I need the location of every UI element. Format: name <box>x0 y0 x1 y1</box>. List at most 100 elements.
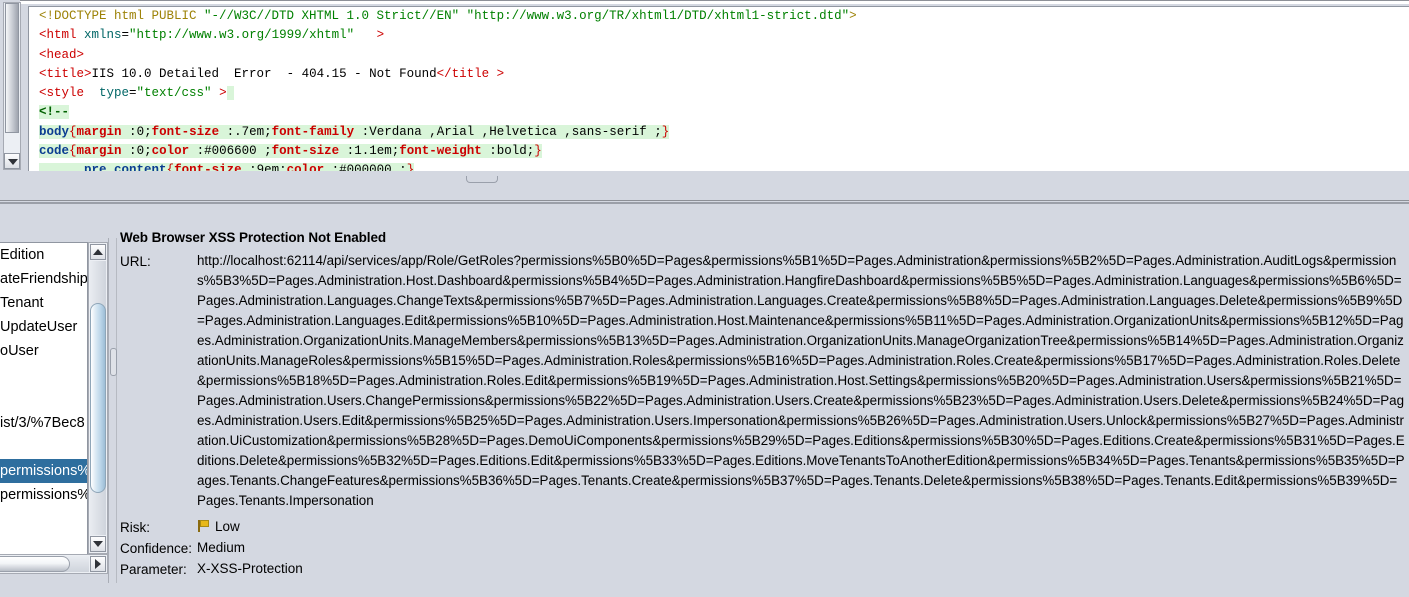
code-token: margin <box>76 124 122 139</box>
code-line: <style type="text/css" > <box>29 84 1409 103</box>
alert-risk-row: Risk: Low <box>120 517 1409 538</box>
tree-item[interactable] <box>0 363 87 387</box>
code-token: "text/css" <box>136 86 212 101</box>
scroll-down-arrow-icon[interactable] <box>90 536 106 552</box>
code-token: margin <box>76 144 122 159</box>
code-token: body <box>39 124 70 139</box>
confidence-label: Confidence: <box>120 541 193 556</box>
code-token: "-//W3C//DTD XHTML 1.0 Strict//EN" "http… <box>204 9 850 23</box>
splitter-rule-top <box>0 200 1409 201</box>
scroll-down-arrow-icon[interactable] <box>4 153 20 169</box>
sites-tree-list[interactable]: Edition ateFriendship Tenant UpdateUser oUse… <box>0 242 88 554</box>
alert-parameter-row: Parameter: X-XSS-Protection <box>120 559 1409 580</box>
code-token: color <box>151 144 190 159</box>
scroll-up-arrow-icon[interactable] <box>90 244 106 260</box>
tree-item[interactable]: ateFriendship <box>0 267 87 291</box>
code-token: 0 <box>136 124 145 139</box>
source-vertical-scrollbar[interactable] <box>3 2 21 170</box>
tree-item[interactable]: permissions% <box>0 483 87 507</box>
url-value: http://localhost:62114/api/services/app/… <box>197 253 1405 508</box>
splitter-rule-mid <box>0 202 1409 204</box>
alert-detail-panel: Web Browser XSS Protection Not Enabled U… <box>118 222 1409 597</box>
code-token: { <box>166 163 175 171</box>
code-token: font-family <box>271 124 355 139</box>
code-token: "http://www.w3.org/1999/xhtml" <box>129 28 355 43</box>
code-token: code <box>39 144 70 159</box>
splitter-grip[interactable] <box>110 348 117 376</box>
code-token: #000000 <box>339 163 400 171</box>
code-token: 0 <box>136 144 145 159</box>
alert-url-row: URL: http://localhost:62114/api/services… <box>120 251 1409 511</box>
tree-item[interactable]: Edition <box>0 243 87 267</box>
code-token: : <box>324 163 340 171</box>
alerts-bottom-area: Edition ateFriendship Tenant UpdateUser oUse… <box>0 210 1409 597</box>
code-token: { <box>69 144 77 159</box>
code-token: bold <box>496 144 527 159</box>
tree-item[interactable] <box>0 435 87 459</box>
scrollbar-thumb[interactable] <box>90 303 106 493</box>
tree-item[interactable]: Tenant <box>0 291 87 315</box>
flag-cloth <box>200 520 209 527</box>
confidence-value: Medium <box>197 540 246 555</box>
splitter-line-right <box>116 238 117 583</box>
code-token: > <box>84 66 92 81</box>
code-token: color <box>286 163 325 171</box>
alert-title: Web Browser XSS Protection Not Enabled <box>120 230 386 245</box>
code-token: : <box>189 144 205 159</box>
horizontal-splitter[interactable] <box>0 172 1409 210</box>
code-token: { <box>69 124 77 139</box>
source-code-area[interactable]: <!DOCTYPE html PUBLIC "-//W3C//DTD XHTML… <box>28 6 1409 171</box>
code-line: <title>IIS 10.0 Detailed Error - 404.15 … <box>29 65 1409 84</box>
code-token: pre <box>39 163 107 171</box>
code-token: > <box>489 66 505 81</box>
tree-horizontal-scrollbar[interactable] <box>0 554 108 574</box>
code-token: ; <box>399 163 407 171</box>
code-token: type <box>84 86 130 101</box>
code-token: . <box>106 163 115 171</box>
code-token: > <box>376 28 385 43</box>
code-token: .7em <box>234 124 265 139</box>
code-token: : <box>121 144 137 159</box>
code-token: ; <box>279 163 287 171</box>
code-token: <html <box>39 28 77 43</box>
code-token: > <box>76 47 85 62</box>
code-line: body{margin :0;font-size :.7em;font-fami… <box>29 123 1409 142</box>
risk-label: Risk: <box>120 520 150 535</box>
code-line: code{margin :0;color :#006600 ;font-size… <box>29 142 1409 161</box>
tree-vertical-scrollbar[interactable] <box>88 242 108 554</box>
risk-value-wrap: Low <box>197 517 240 537</box>
splitter-collapse-handle[interactable] <box>466 176 498 183</box>
tree-item[interactable]: oUser <box>0 339 87 363</box>
code-token: : <box>481 144 497 159</box>
tree-item-selected[interactable]: permissions% <box>0 459 87 483</box>
http-response-panel: <!DOCTYPE html PUBLIC "-//W3C//DTD XHTML… <box>0 0 1409 182</box>
scroll-right-arrow-icon[interactable] <box>90 556 106 572</box>
sites-tree-panel: Edition ateFriendship Tenant UpdateUser oUse… <box>0 238 110 574</box>
code-token: font-size <box>151 124 220 139</box>
tree-item[interactable]: ist/3/%7Bec8 <box>0 411 87 435</box>
code-token: <!-- <box>39 105 70 120</box>
code-token: } <box>534 144 542 159</box>
parameter-value: X-XSS-Protection <box>197 561 303 576</box>
scrollbar-thumb[interactable] <box>0 556 70 572</box>
code-token: : <box>121 124 137 139</box>
code-token: <style <box>39 86 85 101</box>
code-token: ; <box>264 124 272 139</box>
code-token: ; <box>144 124 152 139</box>
code-token: <!DOCTYPE html PUBLIC <box>39 9 205 23</box>
tree-item[interactable] <box>0 387 87 411</box>
code-token: font-size <box>174 163 242 171</box>
code-line: <!-- <box>29 103 1409 122</box>
code-token: font-size <box>271 144 340 159</box>
splitter-line-left <box>108 238 109 583</box>
code-line: <html xmlns="http://www.w3.org/1999/xhtm… <box>29 26 1409 45</box>
code-token: } <box>661 124 670 139</box>
risk-value: Low <box>215 519 240 534</box>
scrollbar-thumb[interactable] <box>5 3 19 133</box>
code-token: IIS 10.0 Detailed Error - 404.15 - Not F… <box>91 66 437 81</box>
code-token <box>226 86 235 101</box>
tree-item[interactable]: UpdateUser <box>0 315 87 339</box>
code-token: xmlns <box>76 28 122 43</box>
vertical-splitter[interactable] <box>108 238 118 583</box>
